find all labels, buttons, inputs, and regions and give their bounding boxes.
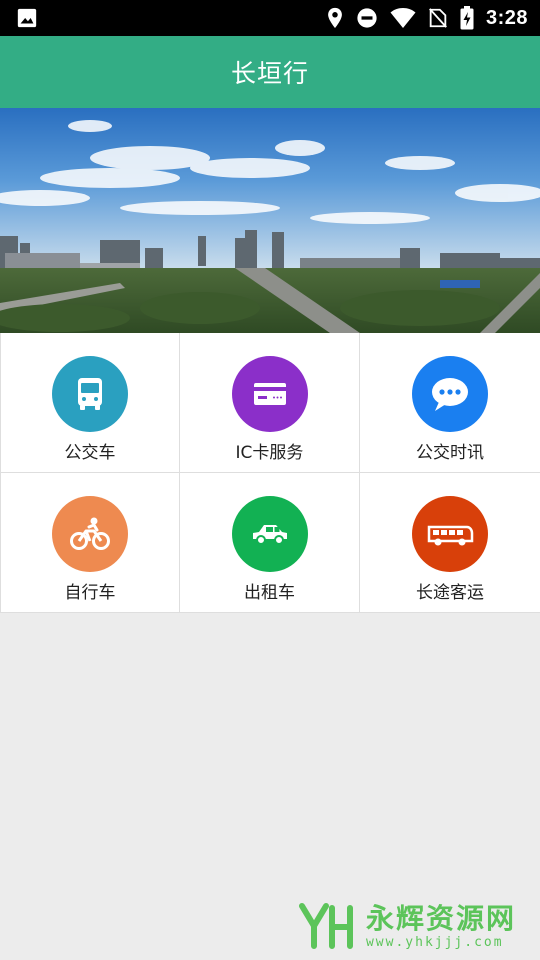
service-bus-news[interactable]: 公交时讯 (360, 333, 540, 473)
coach-bus-icon (427, 525, 474, 546)
status-bar: 3:28 (0, 0, 540, 36)
banner-illustration (0, 108, 540, 333)
do-not-disturb-icon (356, 7, 378, 29)
card-icon-circle (231, 356, 308, 432)
service-taxi[interactable]: 出租车 (180, 473, 360, 613)
service-label: IC卡服务 (235, 443, 304, 463)
service-label: 公交车 (64, 443, 116, 463)
watermark-name: 永辉资源网 (365, 901, 516, 935)
card-icon (253, 383, 286, 405)
city-panorama-banner[interactable] (0, 108, 540, 333)
wifi-icon (390, 7, 416, 29)
status-left (16, 7, 38, 29)
status-right: 3:28 (326, 6, 528, 30)
service-label: 自行车 (64, 583, 116, 603)
chat-bubble-icon (432, 378, 468, 411)
bicycle-icon-circle (52, 496, 128, 572)
service-label: 长途客运 (416, 583, 484, 603)
taxi-icon-circle (231, 496, 308, 572)
watermark-text: 永辉资源网 www.yhkjjj.com (365, 901, 516, 950)
services-grid: 公交车 IC卡服务 公交时讯 自行车 出租车 长途客运 (0, 333, 540, 613)
image-notification-icon (16, 7, 38, 29)
service-ic-card[interactable]: IC卡服务 (180, 333, 360, 473)
watermark-logo (298, 903, 353, 949)
battery-charging-icon (460, 6, 474, 30)
chat-bubble-icon-circle (412, 356, 488, 432)
service-label: 出租车 (244, 583, 295, 603)
service-bus[interactable]: 公交车 (0, 333, 180, 473)
taxi-icon (252, 525, 287, 545)
app-title: 长垣行 (230, 59, 309, 88)
watermark-url: www.yhkjjj.com (365, 934, 504, 950)
service-bicycle[interactable]: 自行车 (0, 473, 180, 613)
watermark: 永辉资源网 www.yhkjjj.com (298, 900, 516, 952)
status-time: 3:28 (485, 6, 528, 29)
app-bar: 长垣行 (0, 36, 540, 108)
no-sim-icon (428, 7, 448, 29)
coach-bus-icon-circle (412, 496, 488, 572)
service-label: 公交时讯 (416, 443, 484, 463)
location-icon (326, 7, 344, 29)
service-coach[interactable]: 长途客运 (360, 473, 540, 613)
bus-icon-circle (52, 356, 128, 432)
bicycle-icon (70, 517, 110, 550)
bus-icon (78, 378, 102, 410)
